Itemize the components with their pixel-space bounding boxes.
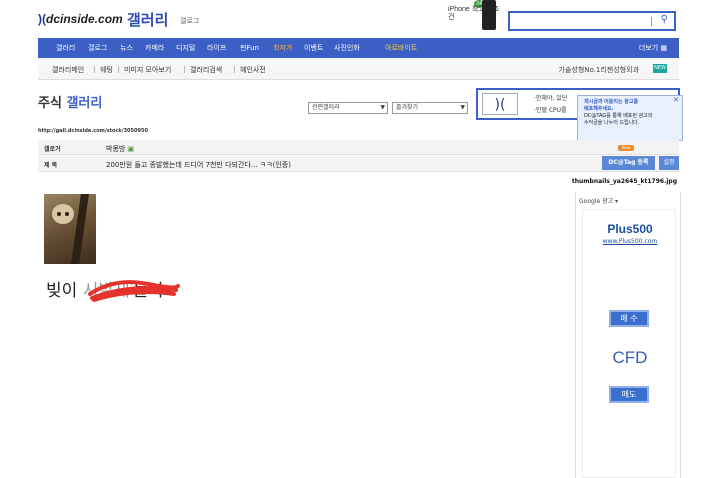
phone-icon xyxy=(482,0,496,30)
plus500-url[interactable]: www.Plus500.com xyxy=(583,238,677,245)
eye xyxy=(57,212,61,216)
chevron-down-icon: ▼ xyxy=(380,104,385,111)
post-url[interactable]: http://gall.dcinside.com/stock/3050950 xyxy=(38,128,148,134)
nav-item-gallery[interactable]: 갤러리 xyxy=(56,43,75,53)
logo-text: dcinside.com xyxy=(46,12,123,26)
title-accent: 갤러리 xyxy=(66,96,103,111)
subnav-wedding[interactable]: 웨팅 xyxy=(100,65,113,75)
google-ad-panel: Google 광고 ▾ Plus500 www.Plus500.com 매 수 … xyxy=(575,192,681,478)
dctag-tooltip: ✕ 게시글과 어울리는 광고를 배포해주세요. DC@TAG를 통해 배포된 광… xyxy=(577,95,683,141)
nav-item-gallog[interactable]: 갤로그 xyxy=(88,43,107,53)
tooltip-line-1: 게시글과 어울리는 광고를 xyxy=(584,99,639,105)
gallog-icon: ▣ xyxy=(127,145,135,153)
tooltip-line-2: 배포해주세요. xyxy=(584,106,614,112)
subject-label: 제 목 xyxy=(44,162,58,169)
search-icon[interactable]: ⚲ xyxy=(661,14,668,25)
subnav-dictionary[interactable]: 혜인사전 xyxy=(240,65,266,75)
chevron-down-icon: ▼ xyxy=(460,104,465,111)
nav-more[interactable]: 더보기 ▦ xyxy=(639,43,667,53)
iphone-banner-ad[interactable]: 24 iPhone 최고의 조건 xyxy=(446,0,502,32)
subnav-gallery-main[interactable]: 갤러리메인 xyxy=(52,65,84,75)
grid-icon: ▦ xyxy=(660,44,667,52)
sell-button[interactable]: 매도 xyxy=(609,386,649,403)
google-ad-label[interactable]: Google 광고 ▾ xyxy=(579,196,618,205)
search-divider xyxy=(651,17,652,26)
page-title: 주식 갤러리 xyxy=(38,92,102,111)
divider xyxy=(184,66,185,73)
nav-item-event[interactable]: 이벤트 xyxy=(304,43,323,53)
subject-value: 200만원 들고 종발했는데 드디어 7천만 다되간다... ㅋㅋ(인증) xyxy=(106,161,291,169)
divider xyxy=(118,66,119,73)
nav-item-fun[interactable]: 펀Fun xyxy=(240,43,259,53)
sloth-face xyxy=(52,204,74,224)
dc-logo-icon: )( xyxy=(38,12,46,26)
main-nav: 갤러리 갤로그 뉴스 카메라 디지털 라이프 펀Fun 최저가 이벤트 사진인화… xyxy=(38,38,679,58)
branch-shape xyxy=(71,194,89,264)
dcinside-logo[interactable]: )(dcinside.com xyxy=(38,12,123,26)
dctag-register-button[interactable]: DC@Tag 등록 xyxy=(602,156,655,170)
gallogger-row: 갤로거 박몽방 ▣ xyxy=(38,140,679,155)
chevron-down-icon: ▾ xyxy=(615,198,619,205)
tooltip-line-3: DC@TAG를 통해 배포된 광고의 xyxy=(584,113,653,119)
body-text-start: 빚이 xyxy=(46,281,83,301)
nav-more-label: 더보기 xyxy=(638,44,659,52)
sloth-photo[interactable] xyxy=(44,194,96,264)
google-ad-label-text: Google 광고 xyxy=(579,198,614,205)
gallogger-label: 갤로거 xyxy=(44,146,61,153)
gallog-link[interactable]: 갤로그 xyxy=(180,16,199,26)
gallogger-value[interactable]: 박몽방 ▣ xyxy=(106,144,134,154)
nav-item-life[interactable]: 라이프 xyxy=(207,43,226,53)
nav-item-camera[interactable]: 카메라 xyxy=(145,43,164,53)
plus500-ad[interactable]: Plus500 www.Plus500.com 매 수 CFD 매도 xyxy=(582,209,676,478)
subject-row: 제 목 200만원 들고 종발했는데 드디어 7천만 다되간다... ㅋㅋ(인증… xyxy=(38,156,679,172)
nav-item-digital[interactable]: 디지털 xyxy=(176,43,195,53)
red-scribble-redaction xyxy=(88,280,180,302)
image-filename[interactable]: thumbnails_ya2645_kt1796.jpg xyxy=(572,178,677,185)
tooltip-line-4: 수익금을 나누어 드립니다. xyxy=(584,120,640,126)
new-badge: NEW xyxy=(653,64,667,73)
new-badge: New xyxy=(618,145,634,151)
subnav-gallery-search[interactable]: 갤러리검색 xyxy=(190,65,222,75)
nav-item-news[interactable]: 뉴스 xyxy=(120,43,133,53)
title-plain: 주식 xyxy=(38,96,62,111)
favorites-select[interactable]: 즐겨찾기 ▼ xyxy=(392,102,468,114)
nav-item-photo-print[interactable]: 사진인화 xyxy=(334,43,360,53)
related-gallery-select[interactable]: 관련갤러리 ▼ xyxy=(308,102,388,114)
dc-logo-icon: )( xyxy=(482,93,518,115)
sub-nav: 갤러리메인 웨팅 미미지 모아보기 갤러리검색 혜인사전 가솔성형No.1리젠성… xyxy=(38,58,679,80)
author-name: 박몽방 xyxy=(106,145,126,153)
divider xyxy=(94,66,95,73)
subnav-ad-text[interactable]: 가솔성형No.1리젠성형외과 xyxy=(559,65,639,75)
nav-item-lowest-price[interactable]: 최저가 xyxy=(273,43,292,53)
gallery-brand[interactable]: 갤러리 xyxy=(127,9,168,30)
nav-item-parttime[interactable]: 아르바이트 xyxy=(385,43,417,53)
ad-line-2: ·인텔 CPU를 xyxy=(534,107,567,114)
divider xyxy=(234,66,235,73)
close-icon[interactable]: ✕ xyxy=(673,97,679,104)
settings-button[interactable]: 설정 xyxy=(659,156,679,170)
buy-button[interactable]: 매 수 xyxy=(609,310,649,327)
ad-line-1: ·한해야, 있던 xyxy=(534,95,568,102)
select-label: 즐겨찾기 xyxy=(396,104,419,111)
plus500-brand: Plus500 xyxy=(607,222,653,236)
cfd-label: CFD xyxy=(612,348,648,367)
subnav-image-collection[interactable]: 미미지 모아보기 xyxy=(124,65,171,75)
eye xyxy=(65,212,69,216)
select-label: 관련갤러리 xyxy=(312,104,340,111)
search-input[interactable]: ⚲ xyxy=(508,11,676,31)
